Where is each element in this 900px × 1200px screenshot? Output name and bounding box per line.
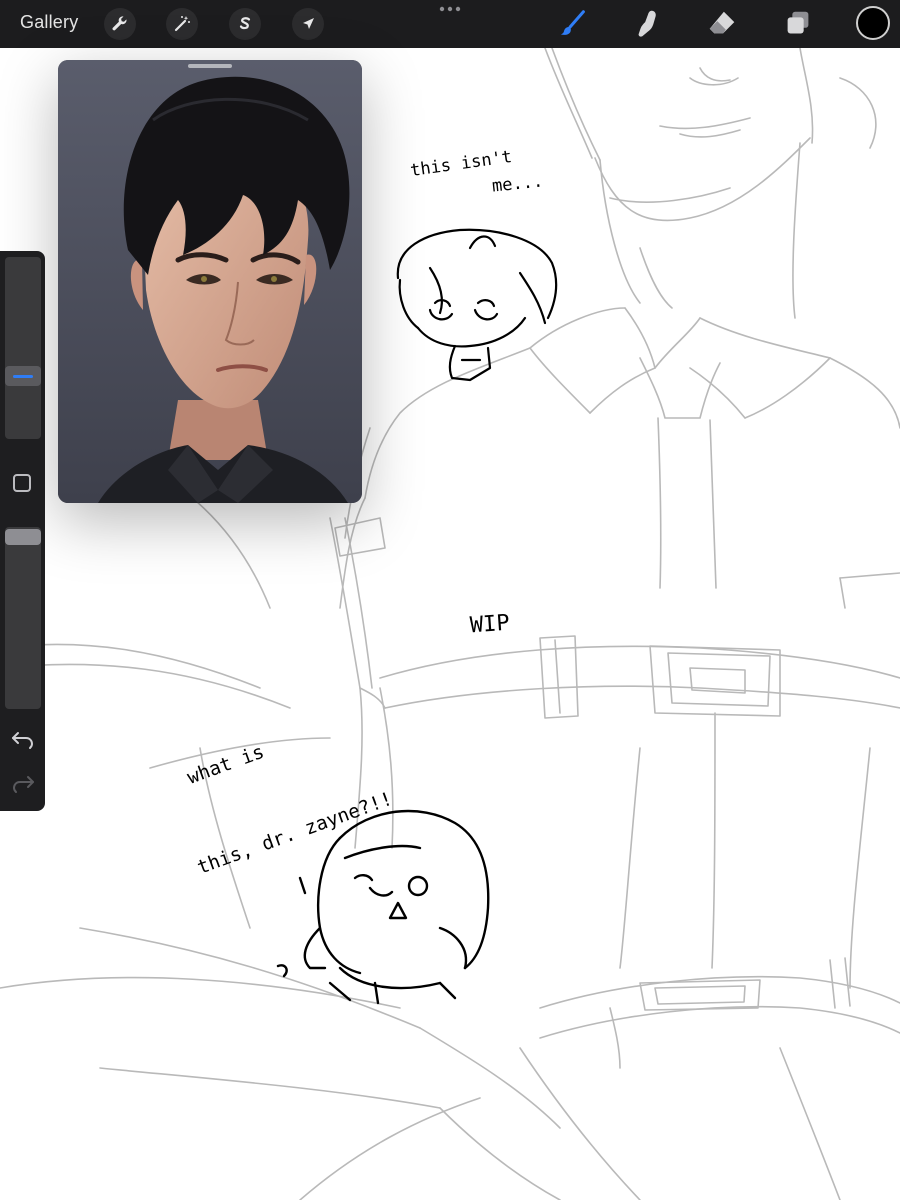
note-wip: WIP	[469, 610, 511, 639]
redo-icon[interactable]	[10, 772, 36, 794]
arrow-cursor-icon	[303, 18, 314, 29]
brush-size-slider[interactable]	[5, 257, 41, 439]
brush-opacity-slider[interactable]	[5, 527, 41, 709]
brush-opacity-slider-thumb[interactable]	[5, 529, 41, 545]
more-dots-icon[interactable]	[437, 2, 463, 16]
brush-icon	[560, 10, 585, 35]
layers-button[interactable]	[780, 6, 816, 42]
reference-window-drag-handle[interactable]	[188, 64, 232, 68]
undo-icon[interactable]	[10, 728, 36, 750]
smudge-tool-button[interactable]	[630, 6, 666, 42]
layers-icon	[787, 11, 809, 34]
wrench-icon	[112, 16, 127, 31]
brush-size-slider-thumb[interactable]	[5, 366, 41, 386]
brush-tool-button[interactable]	[555, 6, 591, 42]
chibi-doodle-2	[276, 809, 490, 1005]
color-picker-swatch[interactable]	[856, 6, 890, 40]
magic-wand-icon	[174, 16, 190, 32]
left-sidebar	[0, 251, 45, 811]
adjustments-button[interactable]	[166, 8, 198, 40]
selection-button[interactable]	[229, 8, 261, 40]
top-toolbar: Gallery	[0, 0, 900, 48]
reference-portrait-image	[58, 60, 362, 503]
eraser-tool-button[interactable]	[704, 6, 740, 42]
reference-window[interactable]	[58, 60, 362, 503]
transform-button[interactable]	[292, 8, 324, 40]
square-modify-icon[interactable]	[13, 474, 31, 492]
actions-wrench-button[interactable]	[104, 8, 136, 40]
eraser-icon	[709, 11, 735, 34]
chibi-doodle-1	[396, 228, 558, 382]
gallery-button[interactable]: Gallery	[20, 12, 78, 33]
smudge-finger-icon	[638, 10, 656, 37]
selection-s-icon	[239, 17, 251, 30]
